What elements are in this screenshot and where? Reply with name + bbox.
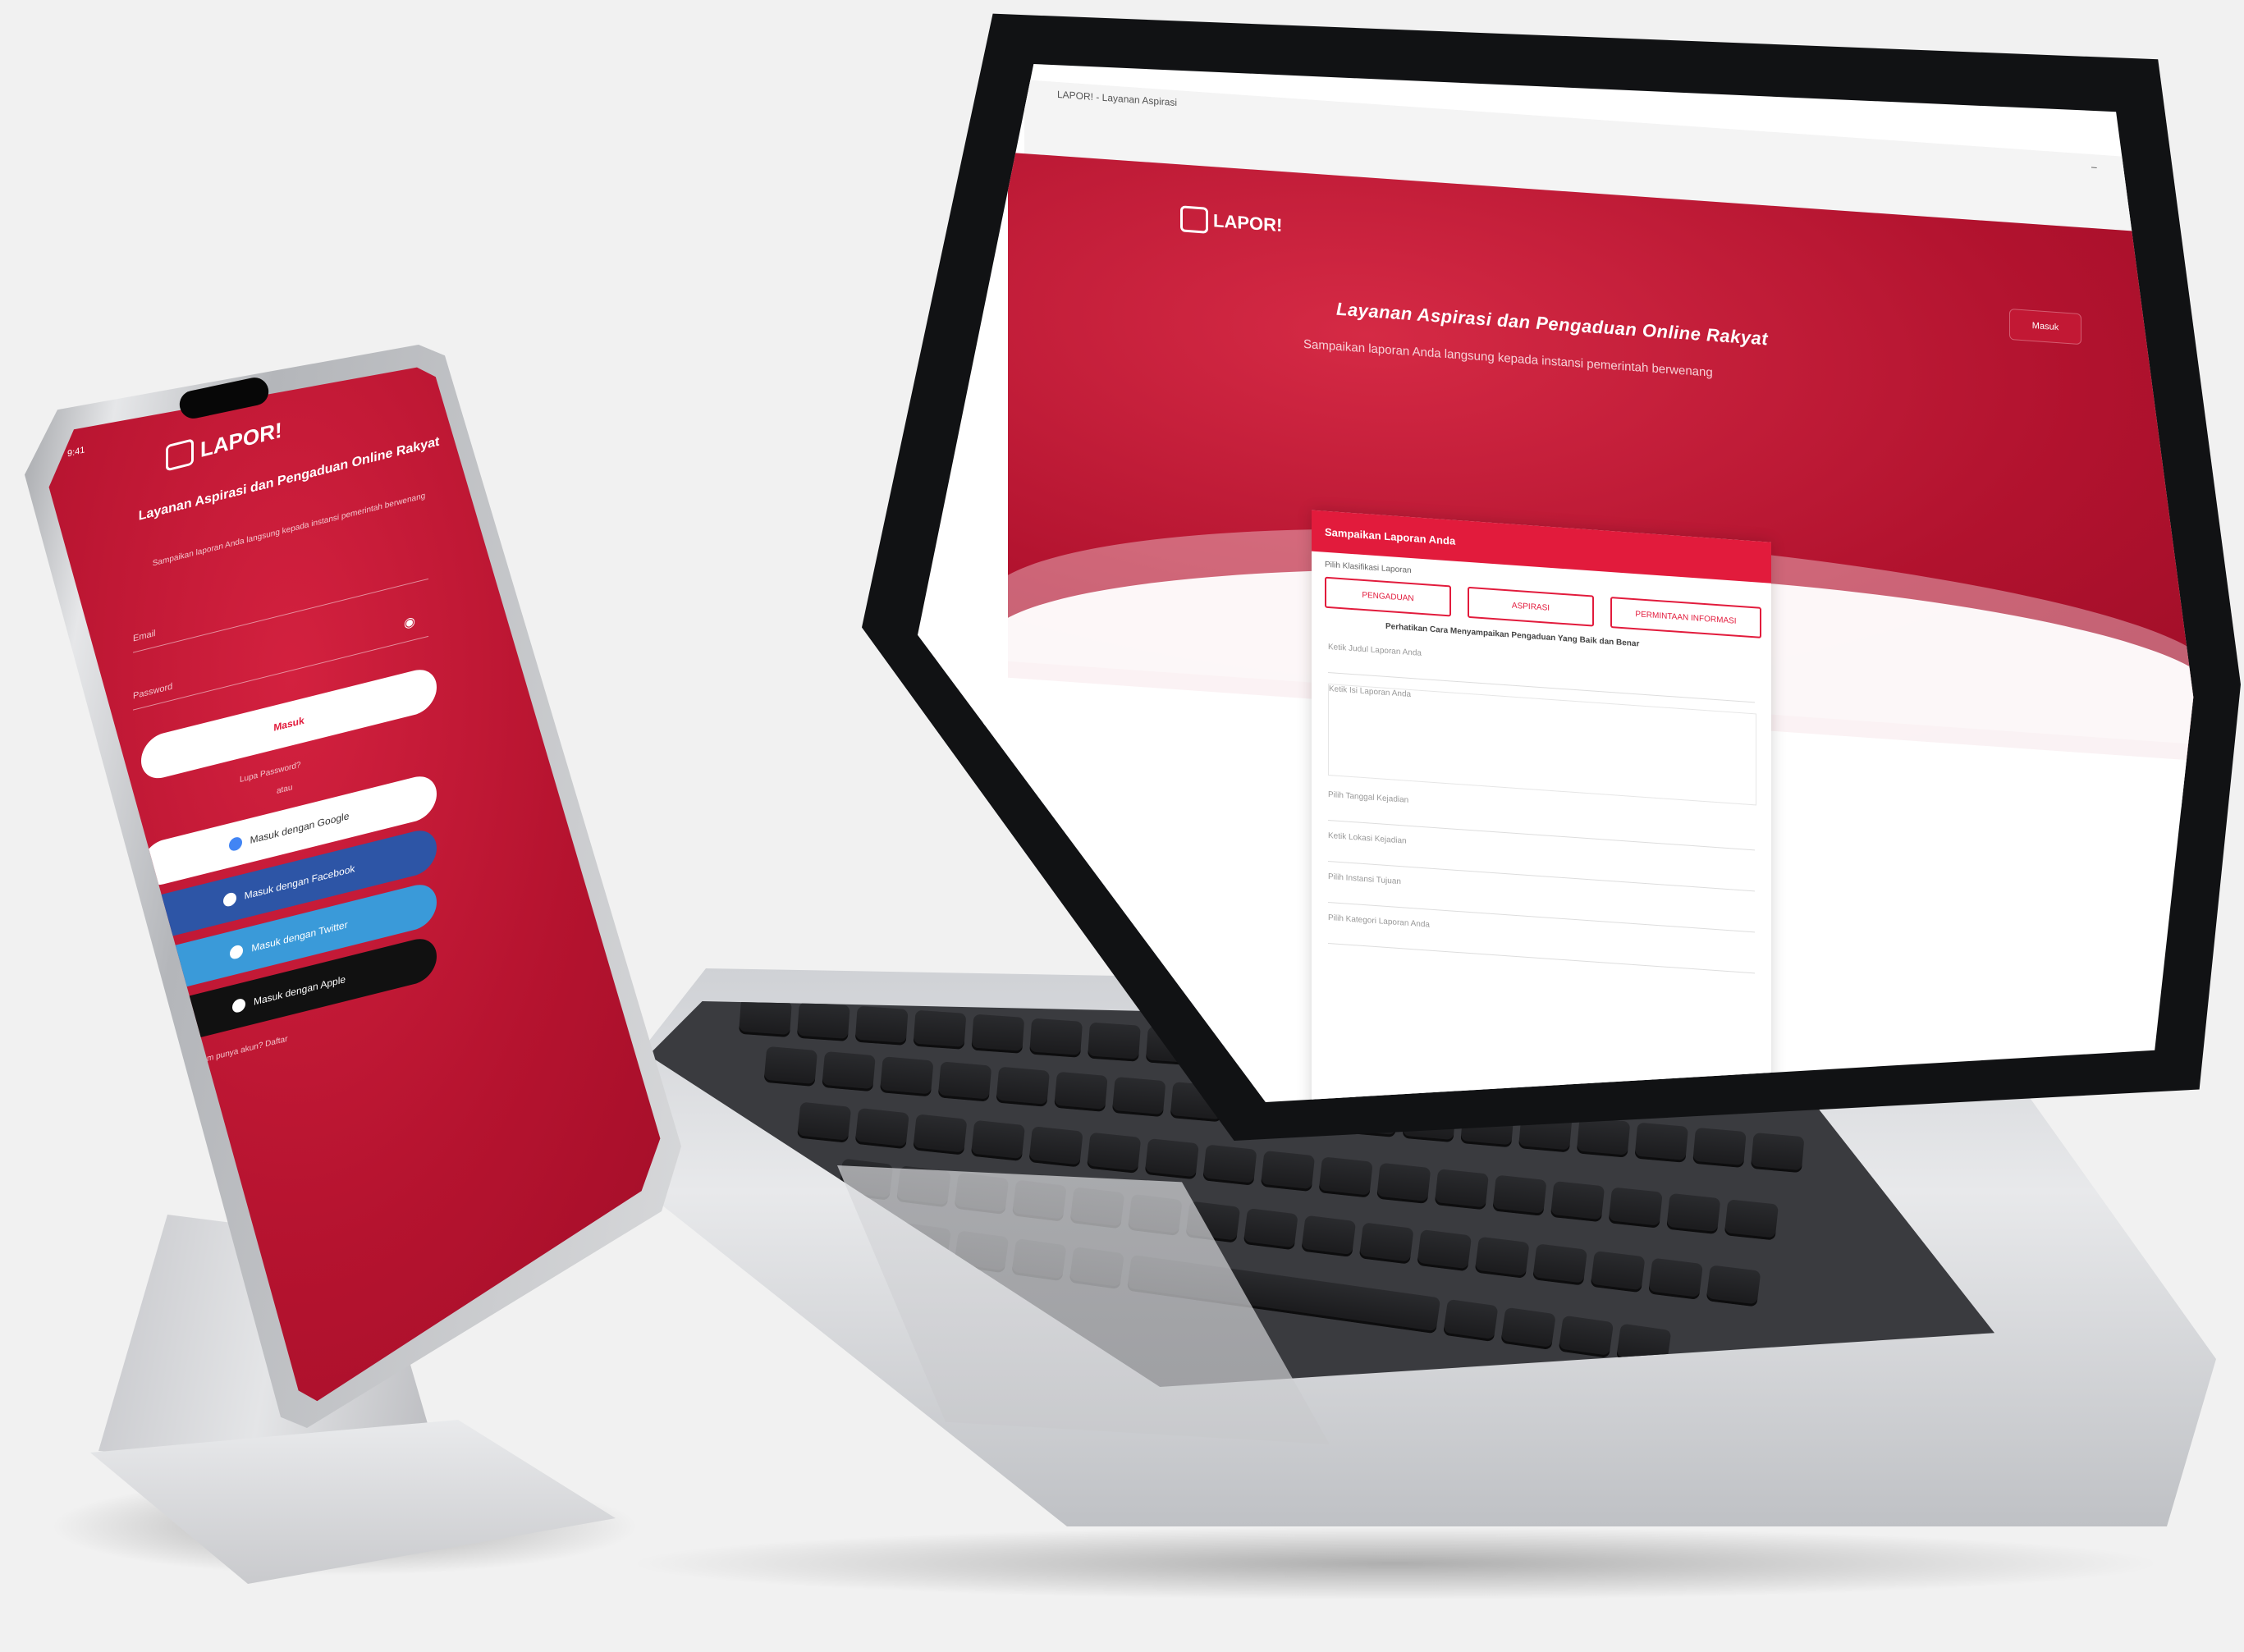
minimize-icon[interactable]: – bbox=[2091, 161, 2097, 172]
form-notice: Perhatikan Cara Menyampaikan Pengaduan Y… bbox=[1385, 621, 1640, 649]
google-login-label: Masuk dengan Google bbox=[250, 809, 350, 847]
phone-logo-text: LAPOR! bbox=[200, 416, 282, 462]
phone-logo: LAPOR! bbox=[166, 416, 282, 472]
twitter-icon bbox=[230, 944, 244, 961]
browser-tab[interactable]: LAPOR! - Layanan Aspirasi bbox=[1057, 89, 1177, 108]
lapor-logo-icon bbox=[166, 438, 194, 472]
apple-login-label: Masuk dengan Apple bbox=[253, 972, 346, 1008]
site-logo-text: LAPOR! bbox=[1213, 210, 1283, 236]
category-label: Pilih Klasifikasi Laporan bbox=[1325, 560, 1412, 576]
facebook-icon bbox=[222, 891, 236, 908]
category-informasi-button[interactable]: PERMINTAAN INFORMASI bbox=[1610, 597, 1761, 638]
login-button[interactable]: Masuk bbox=[2009, 309, 2081, 346]
report-body-textarea[interactable]: Ketik Isi Laporan Anda bbox=[1328, 683, 1756, 806]
lapor-logo-icon bbox=[1180, 205, 1208, 234]
google-icon bbox=[228, 835, 242, 853]
or-divider: atau bbox=[277, 783, 293, 796]
laptop-shadow bbox=[624, 1526, 2167, 1600]
twitter-login-label: Masuk dengan Twitter bbox=[251, 918, 348, 954]
apple-icon bbox=[231, 997, 245, 1014]
report-form: Sampaikan Laporan Anda Pilih Klasifikasi… bbox=[1312, 510, 1771, 1102]
category-pengaduan-button[interactable]: PENGADUAN bbox=[1325, 576, 1451, 617]
category-aspirasi-button[interactable]: ASPIRASI bbox=[1468, 586, 1594, 627]
eye-icon[interactable]: ◉ bbox=[404, 613, 415, 632]
status-time: 9:41 bbox=[67, 445, 85, 460]
facebook-login-label: Masuk dengan Facebook bbox=[244, 863, 355, 902]
forgot-password-link[interactable]: Lupa Password? bbox=[240, 761, 301, 785]
